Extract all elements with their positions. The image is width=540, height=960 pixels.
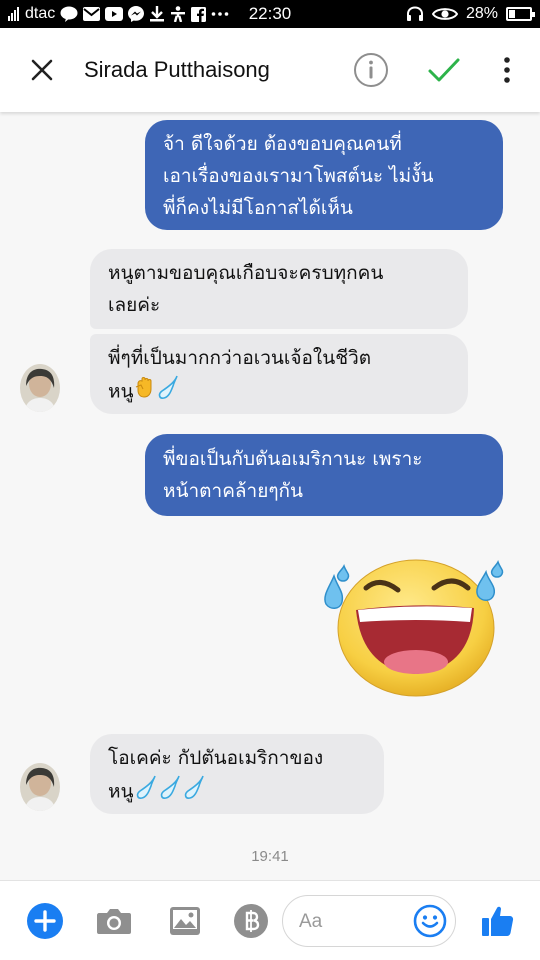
outgoing-message[interactable]: พี่ขอเป็นกับตันอเมริกานะ เพราะ หน้าตาคล้… bbox=[145, 434, 503, 516]
sweat-droplet-emoji bbox=[134, 774, 158, 810]
emoji-button[interactable] bbox=[413, 904, 447, 938]
camera-button[interactable] bbox=[94, 901, 134, 941]
message-line: เอาเรื่องของเรามาโพสต์นะ ไม่งั้น bbox=[163, 165, 434, 187]
message-line: พี่ๆที่เป็นมากกว่าอเวนเจ้อในชีวิต bbox=[108, 347, 372, 369]
signal-icon bbox=[8, 6, 20, 22]
outgoing-message[interactable]: จ้า ดีใจด้วย ต้องขอบคุณคนที่ เอาเรื่องขอ… bbox=[145, 120, 503, 230]
conversation-header: Sirada Putthaisong bbox=[0, 28, 540, 112]
info-icon bbox=[354, 53, 388, 87]
raised-fist-emoji bbox=[134, 375, 156, 409]
image-icon bbox=[170, 907, 200, 935]
message-line: จ้า ดีใจด้วย ต้องขอบคุณคนที่ bbox=[163, 133, 402, 155]
mail-icon bbox=[83, 6, 101, 22]
youtube-icon bbox=[105, 6, 124, 22]
thumbs-up-icon bbox=[482, 906, 514, 936]
avatar[interactable] bbox=[20, 763, 60, 811]
messenger-icon bbox=[128, 6, 145, 22]
sweat-droplet-emoji bbox=[158, 774, 182, 810]
more-options-button[interactable] bbox=[496, 52, 518, 88]
carrier-label: dtac bbox=[25, 5, 56, 22]
laughing-tears-sticker[interactable] bbox=[318, 550, 508, 700]
message-timestamp: 19:41 bbox=[251, 848, 289, 865]
message-line: หนู bbox=[108, 780, 134, 803]
sweat-droplet-emoji bbox=[156, 374, 180, 410]
message-input[interactable] bbox=[299, 906, 409, 938]
close-icon bbox=[31, 59, 53, 81]
incoming-message[interactable]: พี่ๆที่เป็นมากกว่าอเวนเจ้อในชีวิต หนู bbox=[90, 334, 468, 414]
more-notifications-icon bbox=[211, 6, 229, 22]
checkmark-icon bbox=[428, 58, 460, 82]
close-button[interactable] bbox=[22, 50, 62, 90]
payment-button[interactable] bbox=[231, 901, 271, 941]
message-line: พี่ขอเป็นกับตันอเมริกานะ เพราะ bbox=[163, 448, 423, 470]
message-line: หนูตามขอบคุณเกือบจะครบทุกคน bbox=[108, 262, 384, 284]
info-button[interactable] bbox=[353, 52, 389, 88]
more-vertical-icon bbox=[504, 57, 510, 83]
download-icon bbox=[149, 6, 165, 22]
message-input-container bbox=[282, 895, 456, 947]
message-line: โอเคค่ะ กัปตันอเมริกาของ bbox=[108, 747, 324, 769]
checkmark-button[interactable] bbox=[424, 50, 464, 90]
like-button[interactable] bbox=[478, 901, 518, 941]
line-app-icon bbox=[60, 6, 78, 22]
sweat-droplet-emoji bbox=[182, 774, 206, 810]
eye-icon bbox=[431, 6, 458, 22]
baht-payment-icon bbox=[234, 904, 268, 938]
avatar[interactable] bbox=[20, 364, 60, 412]
status-bar: dtac 22:30 28% bbox=[0, 0, 540, 28]
add-button[interactable] bbox=[25, 901, 65, 941]
headset-icon bbox=[406, 6, 424, 22]
add-icon bbox=[27, 903, 63, 939]
emoji-icon bbox=[413, 904, 447, 938]
incoming-message[interactable]: หนูตามขอบคุณเกือบจะครบทุกคน เลยค่ะ bbox=[90, 249, 468, 329]
camera-icon bbox=[97, 909, 131, 934]
message-line: หน้าตาคล้ายๆกัน bbox=[163, 480, 304, 502]
accessibility-icon bbox=[170, 6, 186, 22]
message-list[interactable]: จ้า ดีใจด้วย ต้องขอบคุณคนที่ เอาเรื่องขอ… bbox=[0, 112, 540, 880]
message-line: พี่ก็คงไม่มีโอกาสได้เห็น bbox=[163, 197, 353, 219]
message-composer bbox=[0, 880, 540, 960]
contact-name[interactable]: Sirada Putthaisong bbox=[84, 28, 270, 112]
gallery-button[interactable] bbox=[165, 901, 205, 941]
message-line: เลยค่ะ bbox=[108, 294, 161, 316]
incoming-message[interactable]: โอเคค่ะ กัปตันอเมริกาของ หนู bbox=[90, 734, 384, 814]
message-line: หนู bbox=[108, 380, 134, 403]
battery-percent: 28% bbox=[465, 5, 498, 22]
facebook-icon bbox=[191, 6, 207, 22]
battery-icon bbox=[506, 7, 535, 21]
